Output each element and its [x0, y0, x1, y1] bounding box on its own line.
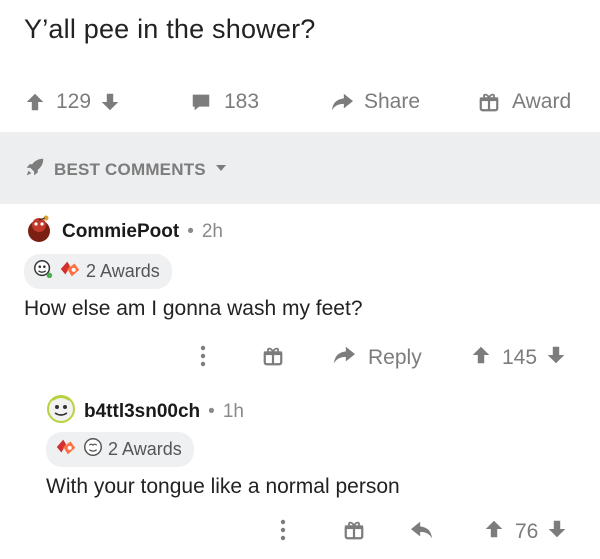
- awards-count: 2 Awards: [86, 261, 160, 281]
- awards-count: 2 Awards: [108, 439, 182, 459]
- upvote-icon[interactable]: [24, 91, 46, 113]
- comment-actions: 76: [0, 514, 600, 554]
- award-icon[interactable]: [343, 519, 365, 541]
- post-vote-group: 129: [24, 90, 121, 114]
- meta-separator: •: [187, 221, 194, 242]
- comment-header: CommiePoot • 2h: [24, 214, 223, 250]
- comment-vote-group: 145: [470, 344, 567, 372]
- avatar[interactable]: [46, 394, 76, 430]
- awards-pill[interactable]: 2 Awards: [24, 254, 172, 289]
- comment-body: How else am I gonna wash my feet?: [24, 297, 363, 320]
- comment-vote-count: 145: [502, 346, 538, 369]
- award-badge-icon: [58, 258, 82, 285]
- more-icon[interactable]: [199, 344, 207, 368]
- comment-time: 1h: [222, 401, 244, 422]
- comments-button[interactable]: 183: [190, 90, 259, 114]
- comment-time: 2h: [201, 221, 223, 242]
- award-button[interactable]: Award: [478, 90, 571, 114]
- comment-vote-count: 76: [515, 520, 539, 543]
- share-label: Share: [364, 90, 421, 113]
- reply-button[interactable]: [410, 519, 434, 547]
- sort-label: BEST COMMENTS: [54, 159, 206, 179]
- comment-icon: [190, 91, 212, 113]
- award-badge-icon: [82, 436, 104, 463]
- comment-header: b4ttl3sn00ch • 1h: [46, 394, 244, 430]
- downvote-icon[interactable]: [545, 344, 567, 372]
- comment-count: 183: [224, 90, 260, 113]
- comment-actions: Reply 145: [0, 338, 600, 378]
- more-icon[interactable]: [279, 518, 287, 542]
- reply-icon: [410, 519, 434, 547]
- upvote-icon[interactable]: [483, 518, 505, 546]
- downvote-icon[interactable]: [546, 518, 568, 546]
- reply-icon: [332, 344, 356, 372]
- post-vote-count: 129: [56, 90, 92, 113]
- award-icon: [478, 91, 500, 113]
- award-label: Award: [512, 90, 572, 113]
- chevron-down-icon: [214, 160, 228, 180]
- post-action-bar: 129 183 Share Award: [0, 78, 600, 130]
- reply-button[interactable]: Reply: [332, 344, 422, 372]
- comment-vote-group: 76: [483, 518, 568, 546]
- upvote-icon[interactable]: [470, 344, 492, 372]
- comment-sort-bar: BEST COMMENTS: [0, 132, 600, 204]
- comment-body: With your tongue like a normal person: [46, 475, 400, 498]
- downvote-icon[interactable]: [99, 91, 121, 113]
- avatar[interactable]: [24, 214, 54, 250]
- award-badge-icon: [54, 436, 78, 463]
- post-title: Y’all pee in the shower?: [24, 14, 316, 44]
- share-icon: [330, 91, 354, 113]
- rocket-icon: [24, 156, 46, 183]
- awards-pill[interactable]: 2 Awards: [46, 432, 194, 467]
- comment-username[interactable]: CommiePoot: [62, 221, 179, 243]
- share-button[interactable]: Share: [330, 90, 420, 114]
- comment-username[interactable]: b4ttl3sn00ch: [84, 401, 200, 423]
- reply-label: Reply: [368, 346, 422, 369]
- award-badge-icon: [32, 258, 54, 285]
- sort-selector[interactable]: BEST COMMENTS: [24, 156, 228, 183]
- award-icon[interactable]: [262, 345, 284, 367]
- meta-separator: •: [208, 401, 215, 422]
